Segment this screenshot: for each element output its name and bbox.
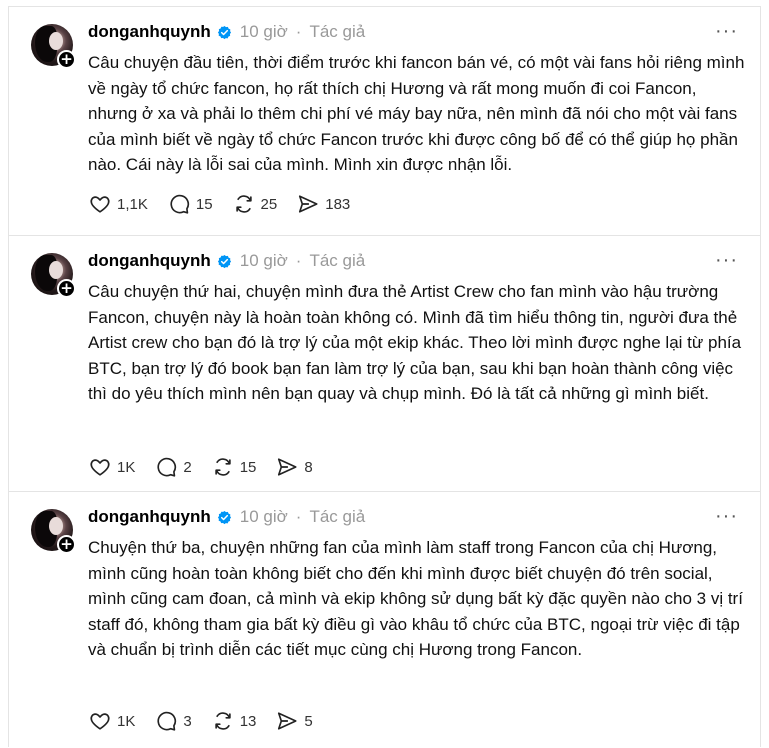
comment-count: 3 bbox=[183, 712, 192, 730]
comment-bubble-icon bbox=[170, 194, 189, 214]
post-time[interactable]: 10 giờ bbox=[240, 21, 288, 43]
post-time[interactable]: 10 giờ bbox=[240, 506, 288, 528]
avatar[interactable]: + bbox=[31, 253, 76, 298]
repost-button[interactable]: 25 bbox=[233, 193, 278, 215]
repost-count: 15 bbox=[239, 458, 257, 476]
author-tag: Tác giả bbox=[309, 507, 366, 526]
thread-feed: + donganhquynh 10 giờ · Tác giả ··· Câu … bbox=[8, 6, 761, 747]
share-button[interactable]: 5 bbox=[276, 710, 313, 732]
avatar[interactable]: + bbox=[31, 24, 76, 69]
post-actions: 1K 3 13 5 bbox=[89, 710, 333, 732]
share-count: 8 bbox=[304, 458, 313, 476]
plus-follow-icon[interactable]: + bbox=[57, 279, 76, 298]
repost-button[interactable]: 15 bbox=[212, 456, 257, 478]
repost-button[interactable]: 13 bbox=[212, 710, 257, 732]
plus-follow-icon[interactable]: + bbox=[57, 535, 76, 554]
repost-count: 25 bbox=[260, 195, 278, 213]
share-count: 5 bbox=[304, 712, 313, 730]
comment-button[interactable]: 15 bbox=[168, 193, 213, 215]
post-text: Câu chuyện đầu tiên, thời điểm trước khi… bbox=[88, 53, 745, 174]
like-button[interactable]: 1,1K bbox=[89, 193, 148, 215]
separator-dot: · bbox=[295, 507, 302, 526]
thread-post: + donganhquynh 10 giờ · Tác giả ··· Câu … bbox=[9, 7, 760, 236]
heart-icon bbox=[90, 713, 110, 730]
comment-count: 15 bbox=[195, 195, 213, 213]
repost-icon bbox=[215, 458, 231, 476]
repost-icon bbox=[215, 712, 231, 730]
heart-icon bbox=[90, 196, 110, 213]
avatar[interactable]: + bbox=[31, 509, 76, 554]
share-count: 183 bbox=[325, 195, 351, 213]
repost-count: 13 bbox=[239, 712, 257, 730]
like-count: 1K bbox=[117, 458, 136, 476]
like-count: 1K bbox=[117, 712, 136, 730]
author-tag: Tác giả bbox=[309, 22, 366, 41]
more-options-icon[interactable]: ··· bbox=[715, 250, 738, 270]
avatar-face bbox=[49, 517, 63, 535]
username[interactable]: donganhquynh bbox=[88, 506, 211, 528]
like-button[interactable]: 1K bbox=[89, 456, 135, 478]
author-tag: Tác giả bbox=[309, 251, 366, 270]
verified-badge-icon bbox=[217, 25, 231, 39]
verified-badge-icon bbox=[217, 510, 231, 524]
comment-bubble-icon bbox=[157, 457, 177, 477]
avatar-face bbox=[49, 261, 63, 279]
post-header: donganhquynh 10 giờ · Tác giả bbox=[88, 506, 365, 528]
post-header: donganhquynh 10 giờ · Tác giả bbox=[88, 250, 365, 272]
send-icon bbox=[299, 195, 318, 213]
verified-badge-icon bbox=[217, 254, 231, 268]
comment-button[interactable]: 2 bbox=[155, 456, 192, 478]
thread-post: + donganhquynh 10 giờ · Tác giả ··· Chuy… bbox=[9, 492, 760, 748]
comment-button[interactable]: 3 bbox=[155, 710, 192, 732]
separator-dot: · bbox=[295, 251, 302, 270]
more-options-icon[interactable]: ··· bbox=[715, 506, 738, 526]
plus-follow-icon[interactable]: + bbox=[57, 50, 76, 69]
separator-dot: · bbox=[295, 22, 302, 41]
username[interactable]: donganhquynh bbox=[88, 21, 211, 43]
post-header: donganhquynh 10 giờ · Tác giả bbox=[88, 21, 365, 43]
send-icon bbox=[278, 712, 297, 730]
repost-icon bbox=[235, 195, 252, 213]
share-button[interactable]: 8 bbox=[276, 456, 313, 478]
comment-bubble-icon bbox=[157, 711, 177, 731]
avatar-face bbox=[49, 32, 63, 50]
post-time[interactable]: 10 giờ bbox=[240, 250, 288, 272]
like-button[interactable]: 1K bbox=[89, 710, 135, 732]
send-icon bbox=[278, 458, 297, 476]
like-count: 1,1K bbox=[117, 195, 148, 213]
share-button[interactable]: 183 bbox=[297, 193, 350, 215]
username[interactable]: donganhquynh bbox=[88, 250, 211, 272]
post-actions: 1K 2 15 8 bbox=[89, 456, 333, 478]
heart-icon bbox=[90, 459, 110, 476]
post-actions: 1,1K 15 25 183 bbox=[89, 193, 370, 215]
post-text: Chuyện thứ ba, chuyện những fan của mình… bbox=[88, 538, 743, 659]
post-text: Câu chuyện thứ hai, chuyện mình đưa thẻ … bbox=[88, 282, 742, 403]
comment-count: 2 bbox=[183, 458, 192, 476]
more-options-icon[interactable]: ··· bbox=[715, 21, 738, 41]
thread-post: + donganhquynh 10 giờ · Tác giả ··· Câu … bbox=[9, 236, 760, 492]
